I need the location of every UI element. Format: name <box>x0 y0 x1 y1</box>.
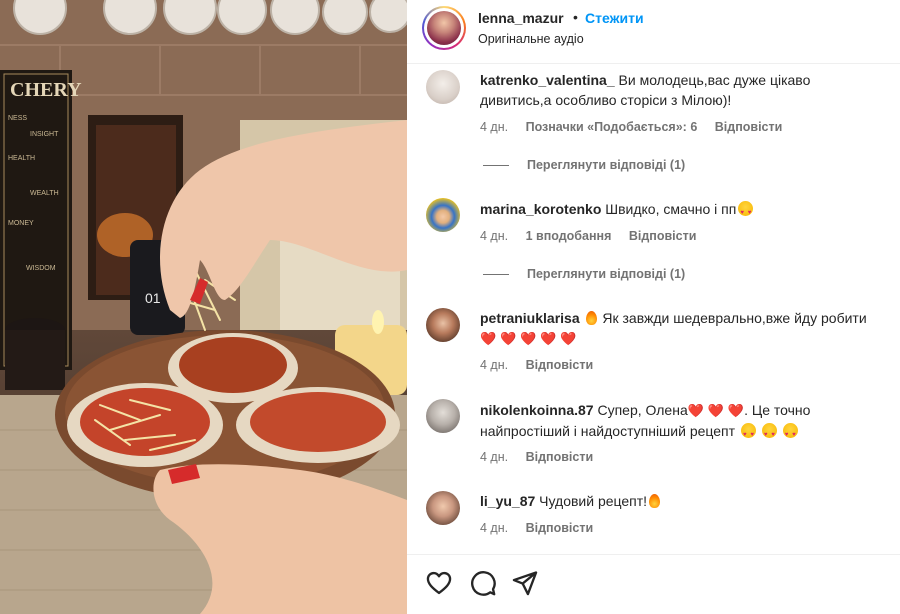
svg-text:MONEY: MONEY <box>8 220 34 227</box>
comment-bubble-icon[interactable] <box>469 569 497 597</box>
reply-button[interactable]: Відповісти <box>629 229 697 243</box>
post-details-panel: lenna_mazur • Стежити Оригінальне аудіо … <box>407 0 900 614</box>
red-heart-emoji: ❤️ <box>687 403 704 418</box>
red-heart-emoji: ❤️ <box>707 403 724 418</box>
comment-body: Чудовий рецепт! <box>539 493 648 509</box>
commenter-username[interactable]: marina_korotenko <box>480 201 601 217</box>
reply-button[interactable]: Відповісти <box>526 521 594 535</box>
replies-line <box>483 274 509 276</box>
comment-likes[interactable]: 1 вподобання <box>526 229 612 243</box>
commenter-username[interactable]: petraniuklarisa <box>480 310 580 326</box>
red-heart-emoji: ❤️ <box>500 331 517 346</box>
view-replies-button[interactable]: Переглянути відповіді (1) <box>483 267 685 281</box>
author-avatar[interactable] <box>422 6 466 50</box>
svg-text:WEALTH: WEALTH <box>30 190 59 197</box>
post-actions-bar <box>407 554 900 614</box>
comment-meta: 4 дн. Позначки «Подобається»: 6 Відповіс… <box>480 120 796 134</box>
comment-body: Швидко, смачно і пп <box>605 201 737 217</box>
commenter-username[interactable]: li_yu_87 <box>480 493 535 509</box>
heart-eyes-emoji <box>761 423 777 445</box>
commenter-username[interactable]: nikolenkoinna.87 <box>480 402 594 418</box>
svg-text:INSIGHT: INSIGHT <box>30 131 59 138</box>
author-photo <box>427 11 461 45</box>
audio-label[interactable]: Оригінальне аудіо <box>478 32 584 46</box>
fire-emoji <box>585 311 597 325</box>
comment-time[interactable]: 4 дн. <box>480 358 508 372</box>
post-media[interactable]: CHERY NESS INSIGHT HEALTH WEALTH MONEY WISD… <box>0 0 407 614</box>
heart-outline-icon[interactable] <box>425 569 453 597</box>
paper-plane-icon[interactable] <box>511 569 539 597</box>
comment-text: nikolenkoinna.87 Супер, Олена❤️ ❤️ ❤️. Ц… <box>480 400 880 445</box>
header-separator: • <box>573 9 578 25</box>
comment-meta: 4 дн. Відповісти <box>480 358 607 372</box>
comment-meta: 4 дн. Відповісти <box>480 450 607 464</box>
heart-eyes-emoji <box>738 201 754 223</box>
red-heart-emoji: ❤️ <box>520 331 537 346</box>
comment-body-start: Супер, Олена <box>597 402 688 418</box>
comment-time[interactable]: 4 дн. <box>480 229 508 243</box>
comment-text: katrenko_valentina_ Ви молодець,вас дуже… <box>480 70 880 110</box>
view-replies-label: Переглянути відповіді (1) <box>527 267 686 281</box>
reply-button[interactable]: Відповісти <box>526 358 594 372</box>
svg-text:CHERY: CHERY <box>10 79 82 101</box>
svg-text:WISDOM: WISDOM <box>26 265 56 272</box>
post-video-frame: CHERY NESS INSIGHT HEALTH WEALTH MONEY WISD… <box>0 0 407 614</box>
red-heart-emoji: ❤️ <box>480 331 497 346</box>
replies-line <box>483 165 509 167</box>
comment-text: marina_korotenko Швидко, смачно і пп <box>480 199 880 223</box>
heart-eyes-emoji <box>740 423 756 445</box>
comment-text: li_yu_87 Чудовий рецепт! <box>480 491 880 511</box>
author-username[interactable]: lenna_mazur <box>478 10 564 26</box>
comment-time[interactable]: 4 дн. <box>480 120 508 134</box>
view-replies-label: Переглянути відповіді (1) <box>527 158 686 172</box>
red-heart-emoji: ❤️ <box>540 331 557 346</box>
comment-meta: 4 дн. Відповісти <box>480 521 607 535</box>
commenter-avatar[interactable] <box>426 308 460 342</box>
red-heart-emoji: ❤️ <box>560 331 577 346</box>
commenter-avatar[interactable] <box>426 491 460 525</box>
comment-time[interactable]: 4 дн. <box>480 450 508 464</box>
comment-meta: 4 дн. 1 вподобання Відповісти <box>480 229 710 243</box>
svg-text:01: 01 <box>145 290 161 306</box>
reply-button[interactable]: Відповісти <box>715 120 783 134</box>
fire-emoji <box>649 494 661 508</box>
comment-text: petraniuklarisa Як завжди шедеврально,вж… <box>480 308 880 349</box>
comment-body: Як завжди шедеврально,вже йду робити <box>602 310 867 326</box>
commenter-username[interactable]: katrenko_valentina_ <box>480 72 615 88</box>
post-header: lenna_mazur • Стежити Оригінальне аудіо <box>407 0 900 64</box>
follow-button[interactable]: Стежити <box>585 10 644 26</box>
heart-eyes-emoji <box>782 423 798 445</box>
reply-button[interactable]: Відповісти <box>526 450 594 464</box>
commenter-avatar[interactable] <box>426 70 460 104</box>
red-heart-emoji: ❤️ <box>727 403 745 418</box>
commenter-avatar[interactable] <box>426 198 460 232</box>
svg-text:HEALTH: HEALTH <box>8 155 35 162</box>
view-replies-button[interactable]: Переглянути відповіді (1) <box>483 158 685 172</box>
commenter-avatar[interactable] <box>426 399 460 433</box>
comment-likes[interactable]: Позначки «Подобається»: 6 <box>526 120 698 134</box>
svg-text:NESS: NESS <box>8 115 27 122</box>
comment-time[interactable]: 4 дн. <box>480 521 508 535</box>
